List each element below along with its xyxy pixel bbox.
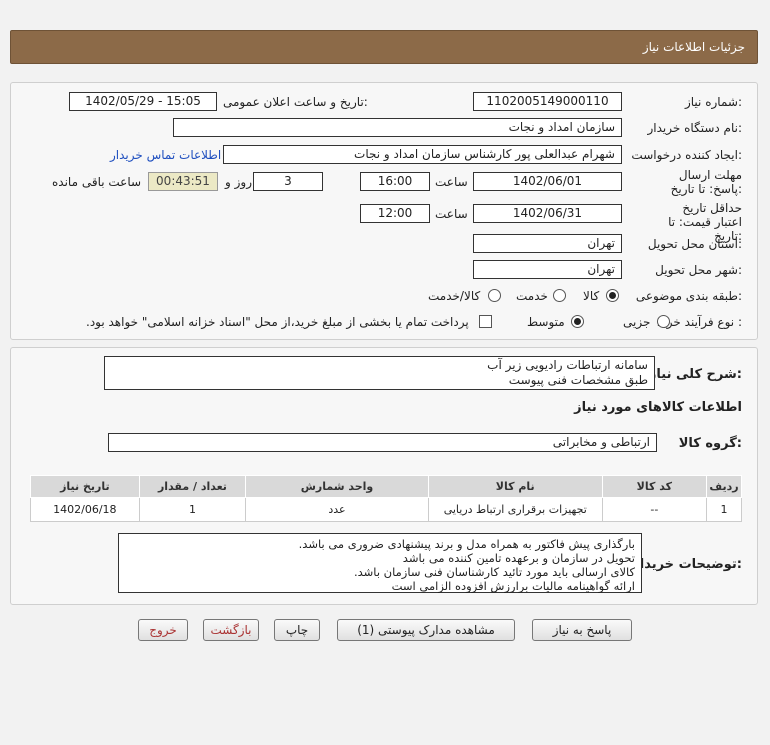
- city-label: شهر محل تحویل:: [655, 263, 742, 277]
- process-option-medium: متوسط: [527, 315, 565, 329]
- table-row: 1 -- تجهیزات برقراری ارتباط دریایی عدد 1…: [30, 497, 742, 522]
- payment-note: پرداخت تمام یا بخشی از مبلغ خرید،از محل …: [86, 315, 469, 329]
- summary-box: سامانه ارتباطات رادیویی زیر آب طبق مشخصا…: [104, 356, 655, 390]
- goods-section-title: اطلاعات کالاهای مورد نیاز: [574, 400, 742, 415]
- validity-date-field: 1402/06/31: [473, 204, 622, 223]
- col-name: نام کالا: [427, 475, 603, 498]
- goods-group-label: گروه کالا:: [678, 436, 742, 451]
- attachments-button[interactable]: مشاهده مدارک پیوستی (1): [337, 619, 515, 641]
- buyer-note-line-2: تحویل در سازمان و برعهده تامین کننده می …: [402, 551, 635, 565]
- col-row: ردیف: [706, 475, 742, 498]
- goods-table-header: ردیف کد کالا نام کالا واحد شمارش تعداد /…: [30, 475, 742, 498]
- cell-code: --: [601, 497, 708, 522]
- remaining-timer: 00:43:51: [148, 172, 218, 191]
- category-option-goods: کالا: [583, 289, 600, 303]
- summary-line-2: طبق مشخصات فنی پیوست: [508, 373, 648, 387]
- category-label: طبقه بندی موضوعی:: [635, 289, 742, 303]
- summary-label: شرح کلی نیاز:: [648, 367, 742, 382]
- contact-buyer-link[interactable]: اطلاعات تماس خریدار: [110, 148, 221, 162]
- cell-date: 1402/06/18: [30, 497, 140, 522]
- goods-group-field: ارتباطی و مخابراتی: [108, 433, 657, 452]
- cell-qty: 1: [138, 497, 247, 522]
- validity-time-label: ساعت: [435, 207, 468, 221]
- buyer-note-line-3: کالای ارسالی باید مورد تائید کارشناسان ف…: [353, 565, 635, 579]
- deadline-date-field: 1402/06/01: [473, 172, 622, 191]
- province-label: استان محل تحویل:: [647, 237, 742, 251]
- deadline-time-label: ساعت: [435, 175, 468, 189]
- deadline-time-field: 16:00: [360, 172, 430, 191]
- buyer-org-field: سازمان امداد و نجات: [173, 118, 622, 137]
- announce-label: تاریخ و ساعت اعلان عمومی:: [223, 95, 368, 109]
- days-field: 3: [253, 172, 323, 191]
- reply-button[interactable]: پاسخ به نیاز: [532, 619, 632, 641]
- remaining-label: ساعت باقی مانده: [52, 175, 142, 189]
- validity-time-field: 12:00: [360, 204, 430, 223]
- process-radio-minor[interactable]: [657, 315, 670, 328]
- col-date: تاریخ نیاز: [30, 475, 140, 498]
- buyer-org-label: نام دستگاه خریدار:: [647, 121, 743, 135]
- col-code: کد کالا: [601, 475, 708, 498]
- process-radio-medium[interactable]: [571, 315, 584, 328]
- category-option-goods-service: کالا/خدمت: [428, 289, 481, 303]
- cell-name: تجهیزات برقراری ارتباط دریایی: [427, 497, 603, 522]
- cell-row: 1: [706, 497, 742, 522]
- days-label: روز و: [225, 175, 252, 189]
- col-qty: تعداد / مقدار: [138, 475, 247, 498]
- need-number-label: شماره نیاز:: [684, 95, 742, 109]
- goods-table: ردیف کد کالا نام کالا واحد شمارش تعداد /…: [30, 475, 742, 522]
- category-radio-service[interactable]: [553, 289, 566, 302]
- requester-label: ایجاد کننده درخواست:: [631, 148, 742, 162]
- category-option-service: خدمت: [516, 289, 548, 303]
- exit-button[interactable]: خروج: [138, 619, 188, 641]
- summary-line-1: سامانه ارتباطات رادیویی زیر آب: [487, 358, 648, 372]
- buyer-note-line-4: ارائه گواهینامه مالیات برارزش افزوده الز…: [391, 579, 635, 593]
- page-title: جزئیات اطلاعات نیاز: [642, 40, 745, 54]
- page-header: جزئیات اطلاعات نیاز: [10, 30, 758, 64]
- category-radio-goods[interactable]: [606, 289, 619, 302]
- buyer-notes-box: بارگذاری پیش فاکتور به همراه مدل و برند …: [118, 533, 642, 593]
- need-number-field: 1102005149000110: [473, 92, 622, 111]
- treasury-checkbox[interactable]: [479, 315, 492, 328]
- buyer-notes-label: توضیحات خریدار:: [632, 557, 742, 572]
- announce-field: 1402/05/29 - 15:05: [69, 92, 217, 111]
- back-button[interactable]: بازگشت: [203, 619, 259, 641]
- category-radio-goods-service[interactable]: [488, 289, 501, 302]
- buyer-note-line-1: بارگذاری پیش فاکتور به همراه مدل و برند …: [298, 537, 635, 551]
- process-option-minor: جزیی: [623, 315, 651, 329]
- cell-unit: عدد: [245, 497, 429, 522]
- deadline-label: مهلت ارسال پاسخ: تا تاریخ:: [670, 168, 742, 196]
- province-field: تهران: [473, 234, 622, 253]
- requester-field: شهرام عبدالعلی پور کارشناس سازمان امداد …: [223, 145, 622, 164]
- city-field: تهران: [473, 260, 622, 279]
- col-unit: واحد شمارش: [245, 475, 429, 498]
- print-button[interactable]: چاپ: [274, 619, 320, 641]
